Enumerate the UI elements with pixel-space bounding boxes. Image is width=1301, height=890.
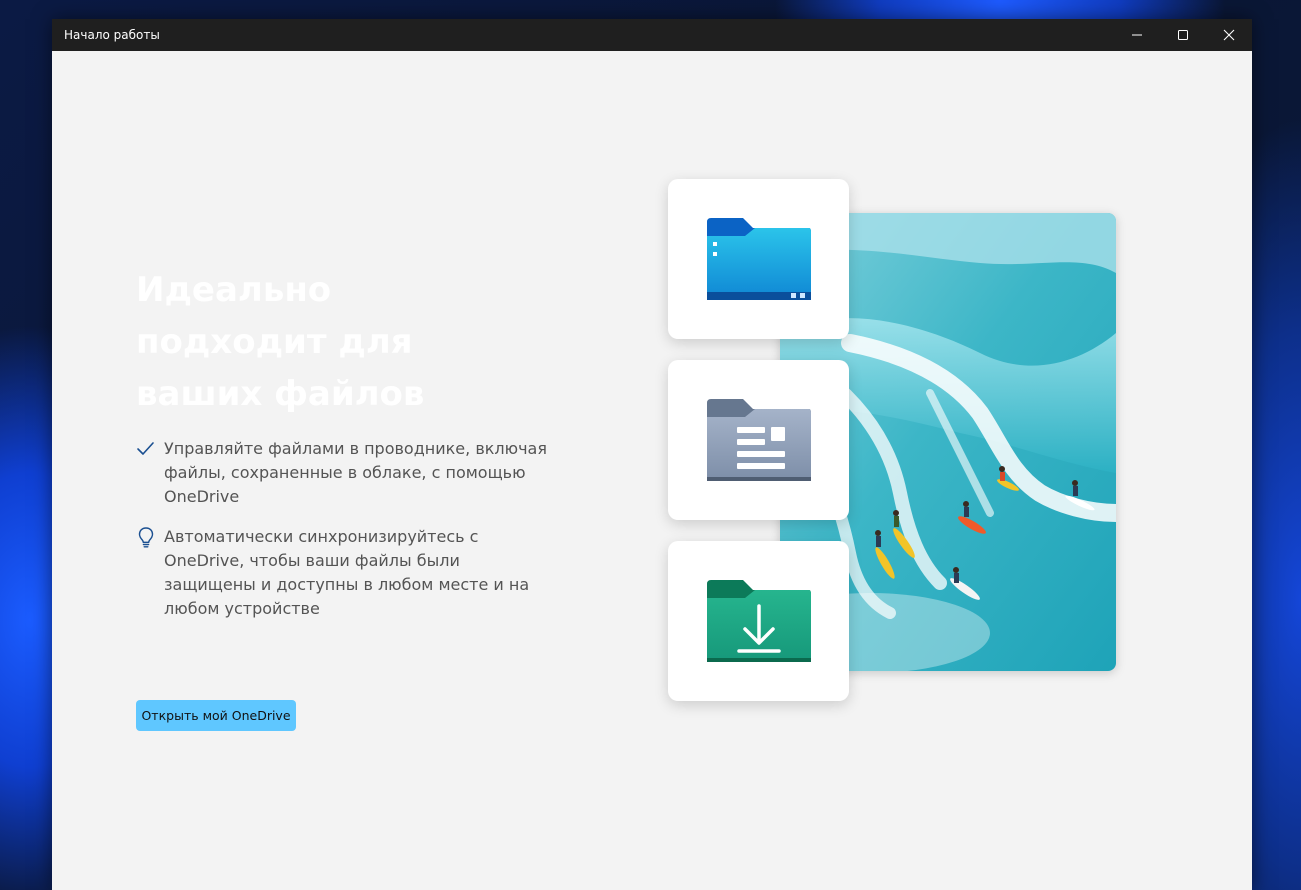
folder-icon (706, 218, 811, 300)
downloads-folder-icon (706, 580, 811, 662)
minimize-button[interactable] (1114, 19, 1160, 51)
maximize-icon (1178, 30, 1188, 40)
folder-card (668, 179, 849, 339)
page-headline: Идеально подходит для ваших файлов (136, 270, 425, 414)
getting-started-window: Начало работы Идеально подходит для ваши… (52, 19, 1252, 890)
documents-folder-icon (706, 399, 811, 481)
title-bar[interactable]: Начало работы (52, 19, 1252, 51)
window-title: Начало работы (64, 28, 160, 42)
open-onedrive-button[interactable]: Открыть мой OneDrive (136, 700, 296, 731)
documents-folder-card (668, 360, 849, 520)
downloads-folder-card (668, 541, 849, 701)
close-icon (1223, 29, 1235, 41)
close-button[interactable] (1206, 19, 1252, 51)
minimize-icon (1132, 34, 1142, 36)
feature-text: Управляйте файлами в проводнике, включая… (164, 439, 547, 506)
maximize-button[interactable] (1160, 19, 1206, 51)
feature-text: Автоматически синхронизируйтесь с OneDri… (164, 527, 530, 618)
checkmark-icon (137, 442, 154, 455)
lightbulb-icon (138, 527, 154, 548)
